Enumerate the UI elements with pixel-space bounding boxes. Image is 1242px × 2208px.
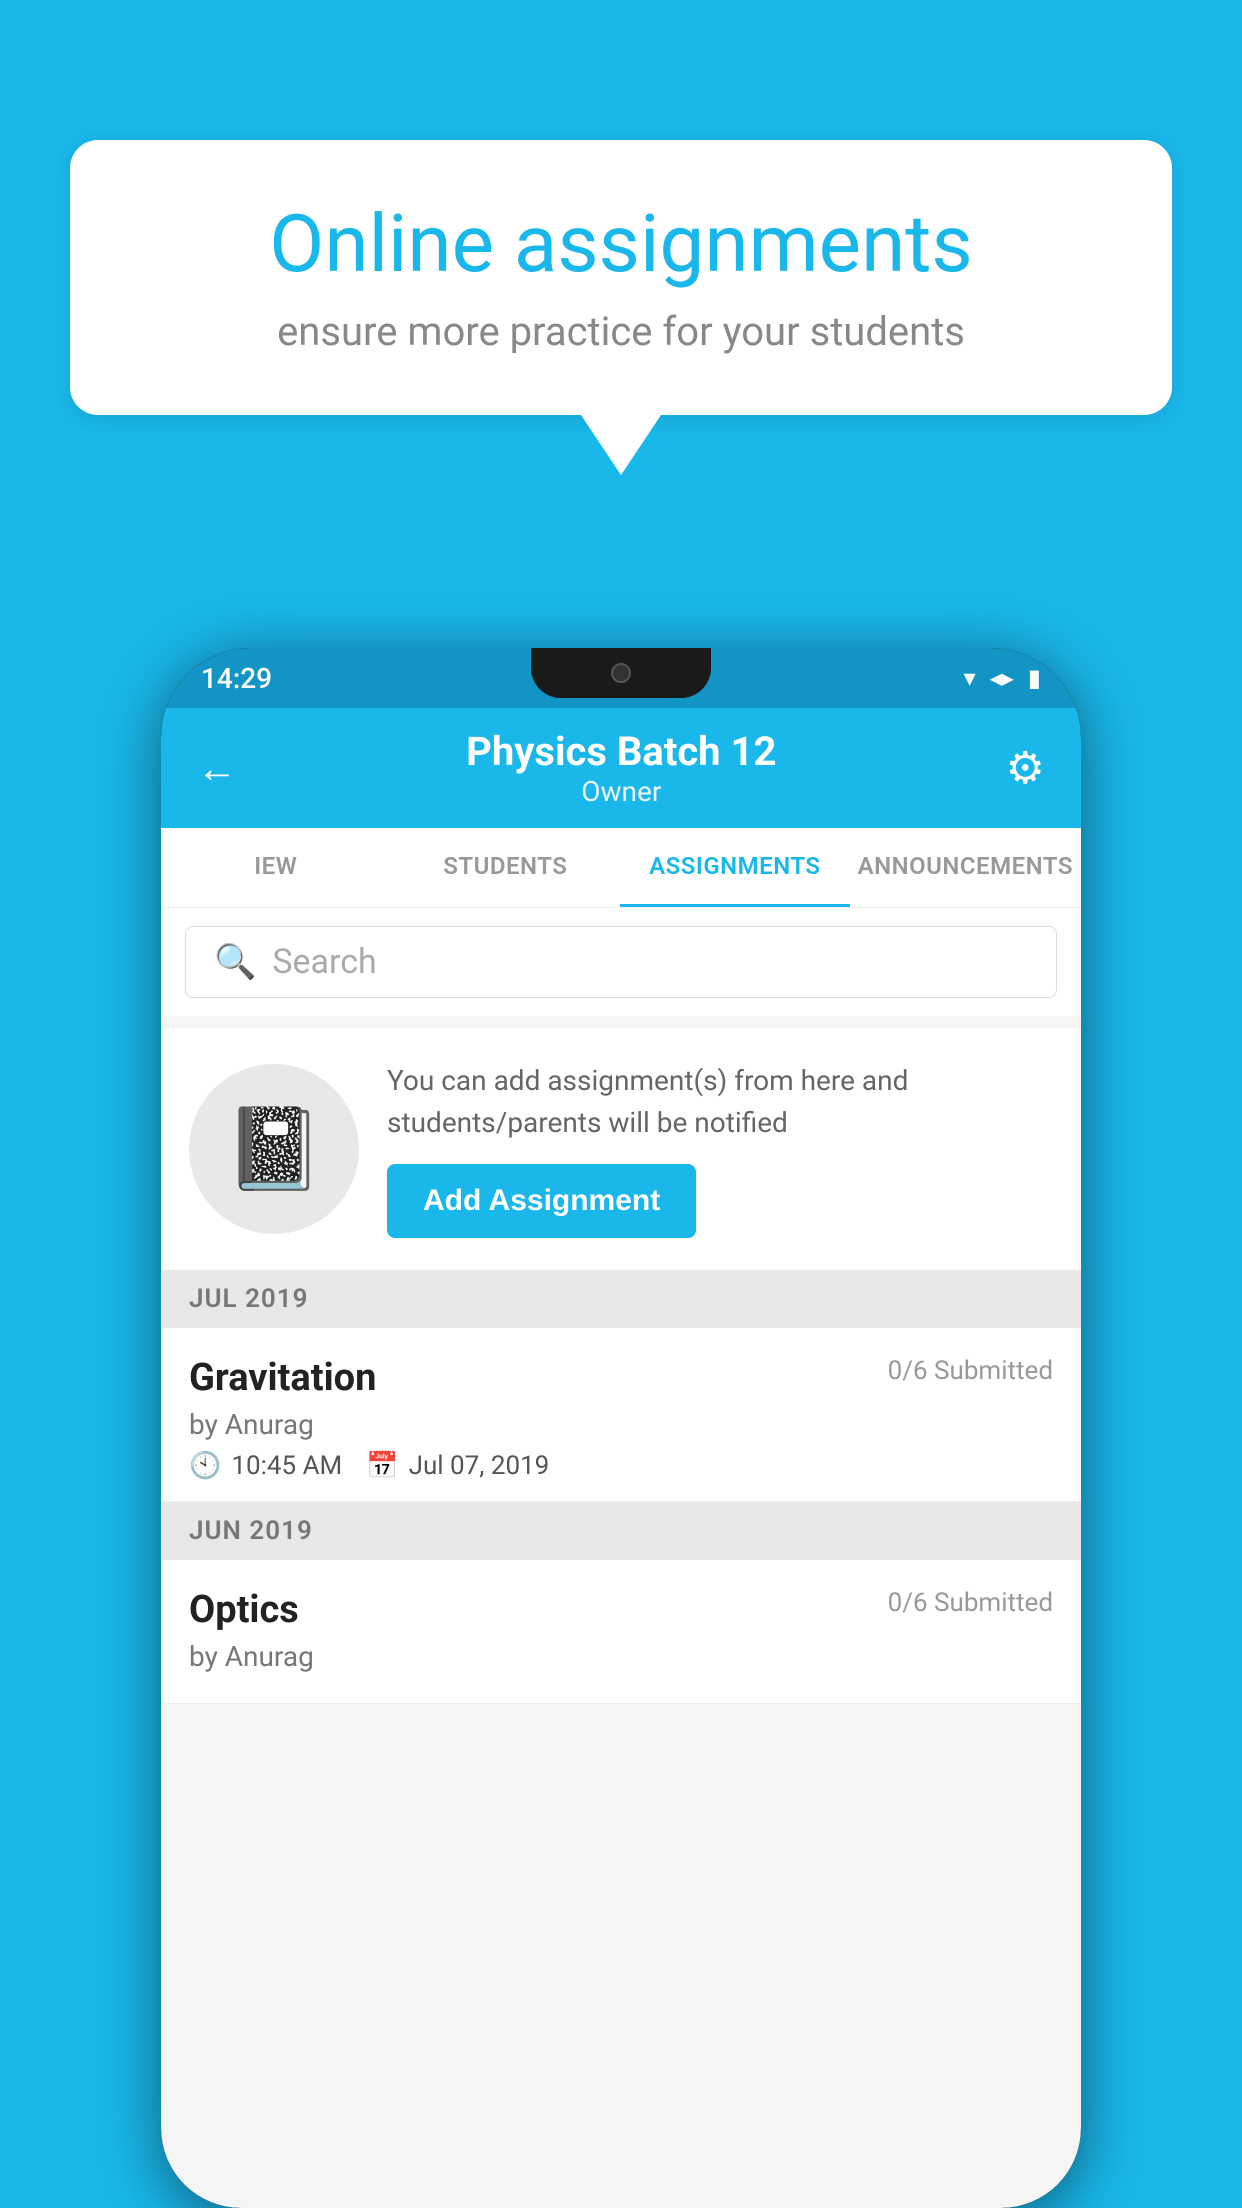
wifi-icon: ▾ <box>964 664 976 692</box>
promo-icon-circle: 📓 <box>189 1064 359 1234</box>
assignment-by-gravitation: by Anurag <box>189 1408 1053 1441</box>
app-content: 🔍 Search 📓 You can add assignment(s) fro… <box>161 908 1081 2208</box>
promo-right: You can add assignment(s) from here and … <box>387 1060 1053 1238</box>
assignment-time-gravitation: 10:45 AM <box>231 1451 342 1481</box>
speech-bubble-subtitle: ensure more practice for your students <box>150 308 1092 355</box>
search-icon: 🔍 <box>214 942 256 982</box>
tab-announcements[interactable]: ANNOUNCEMENTS <box>850 828 1081 907</box>
search-placeholder: Search <box>272 942 376 982</box>
tabs-bar: IEW STUDENTS ASSIGNMENTS ANNOUNCEMENTS <box>161 828 1081 908</box>
assignment-name-optics: Optics <box>189 1588 299 1632</box>
speech-bubble-title: Online assignments <box>150 200 1092 288</box>
speech-bubble-container: Online assignments ensure more practice … <box>70 140 1172 475</box>
status-time: 14:29 <box>201 662 272 695</box>
section-header-jul: JUL 2019 <box>161 1270 1081 1328</box>
search-bar[interactable]: 🔍 Search <box>185 926 1057 998</box>
phone-screen: 14:29 ▾ ◂▸ ▮ ← Physics Batch 12 Owner ⚙ … <box>161 648 1081 2208</box>
status-icons: ▾ ◂▸ ▮ <box>964 664 1041 692</box>
calendar-icon: 📅 <box>366 1451 398 1481</box>
search-container: 🔍 Search <box>161 908 1081 1016</box>
phone-frame: 14:29 ▾ ◂▸ ▮ ← Physics Batch 12 Owner ⚙ … <box>161 648 1081 2208</box>
header-title-group: Physics Batch 12 Owner <box>466 728 776 808</box>
assignment-meta-gravitation: 🕙 10:45 AM 📅 Jul 07, 2019 <box>189 1451 1053 1481</box>
section-label-jul: JUL 2019 <box>189 1284 309 1314</box>
header-subtitle: Owner <box>466 775 776 808</box>
speech-bubble-arrow <box>581 415 661 475</box>
section-label-jun: JUN 2019 <box>189 1516 313 1546</box>
app-header: ← Physics Batch 12 Owner ⚙ <box>161 708 1081 828</box>
assignment-top: Gravitation 0/6 Submitted <box>189 1356 1053 1400</box>
assignment-row-optics[interactable]: Optics 0/6 Submitted by Anurag <box>161 1560 1081 1704</box>
section-header-jun: JUN 2019 <box>161 1502 1081 1560</box>
assignment-name-gravitation: Gravitation <box>189 1356 376 1400</box>
add-assignment-button[interactable]: Add Assignment <box>387 1164 696 1238</box>
tab-students[interactable]: STUDENTS <box>391 828 621 907</box>
assignment-top-optics: Optics 0/6 Submitted <box>189 1588 1053 1632</box>
assignment-submitted-gravitation: 0/6 Submitted <box>888 1356 1053 1386</box>
promo-card: 📓 You can add assignment(s) from here an… <box>161 1028 1081 1270</box>
assignment-row-gravitation[interactable]: Gravitation 0/6 Submitted by Anurag 🕙 10… <box>161 1328 1081 1502</box>
battery-icon: ▮ <box>1028 664 1041 692</box>
assignment-date-gravitation: Jul 07, 2019 <box>409 1451 550 1481</box>
back-button[interactable]: ← <box>197 745 237 792</box>
meta-time-gravitation: 🕙 10:45 AM <box>189 1451 342 1481</box>
front-camera <box>611 663 631 683</box>
settings-icon[interactable]: ⚙ <box>1006 742 1045 794</box>
tab-iew[interactable]: IEW <box>161 828 391 907</box>
header-title: Physics Batch 12 <box>466 728 776 775</box>
notebook-icon: 📓 <box>224 1102 324 1196</box>
promo-text: You can add assignment(s) from here and … <box>387 1060 1053 1144</box>
speech-bubble: Online assignments ensure more practice … <box>70 140 1172 415</box>
signal-icon: ◂▸ <box>990 664 1014 692</box>
meta-date-gravitation: 📅 Jul 07, 2019 <box>366 1451 549 1481</box>
assignment-submitted-optics: 0/6 Submitted <box>888 1588 1053 1618</box>
clock-icon: 🕙 <box>189 1451 221 1481</box>
phone-notch <box>531 648 711 698</box>
assignment-by-optics: by Anurag <box>189 1640 1053 1673</box>
tab-assignments[interactable]: ASSIGNMENTS <box>620 828 850 907</box>
